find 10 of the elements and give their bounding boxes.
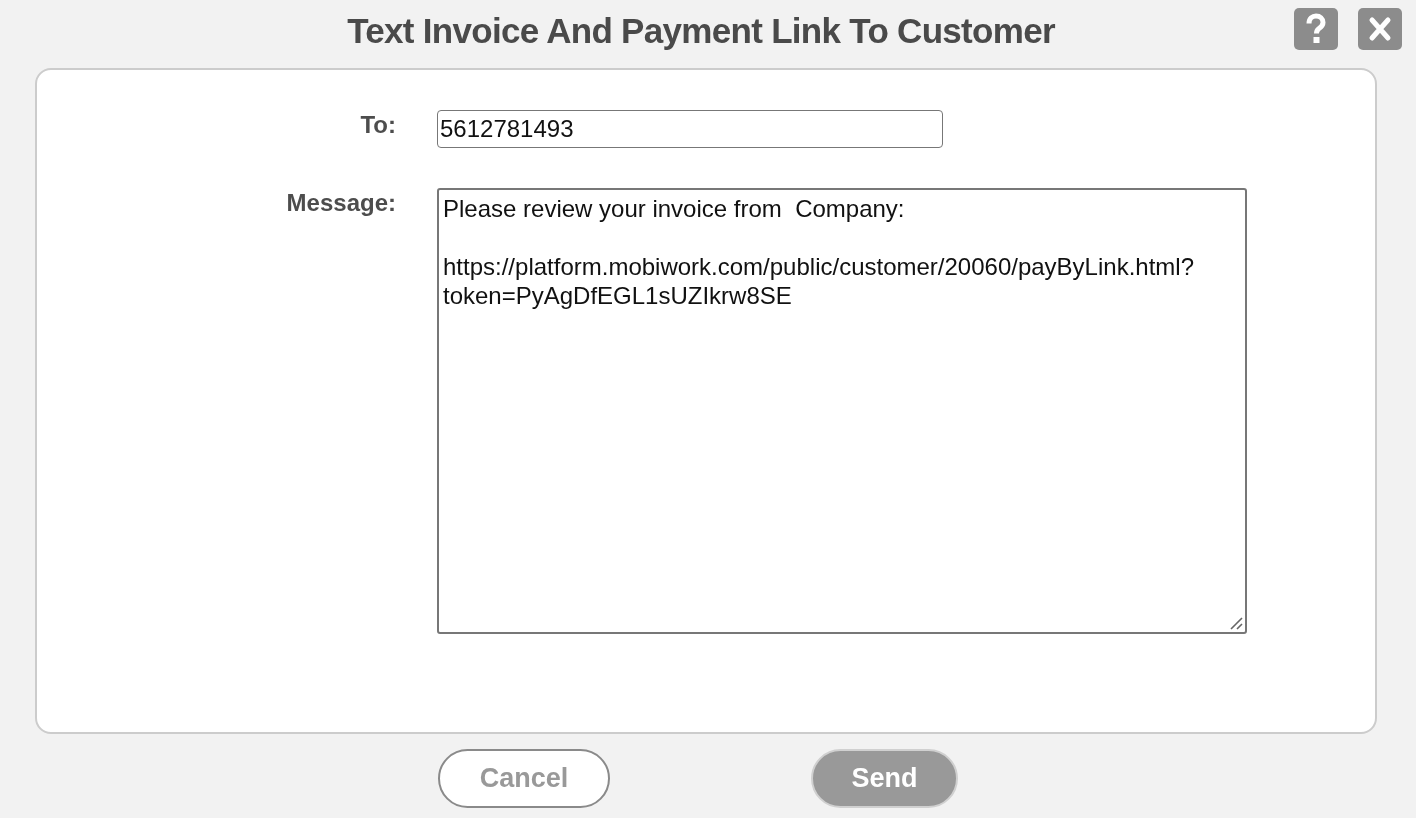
- field-label: To:: [360, 110, 396, 139]
- to-field[interactable]: 5612781493: [437, 110, 943, 148]
- message-field[interactable]: Please review your invoice from Company: https://platform.mobiwork.com/public/customer/20060/payByLink.html?token=PyAgDfEGL1sUZIkrw8SE: [437, 188, 1247, 634]
- close-button[interactable]: [1358, 8, 1402, 50]
- field-label: Message:: [286, 188, 396, 217]
- help-button[interactable]: [1294, 8, 1338, 50]
- help-icon: [1294, 8, 1338, 50]
- resize-handle-icon[interactable]: [1229, 616, 1243, 630]
- dialog-title: Text Invoice And Payment Link To Customer: [347, 11, 1055, 51]
- close-icon: [1358, 8, 1402, 50]
